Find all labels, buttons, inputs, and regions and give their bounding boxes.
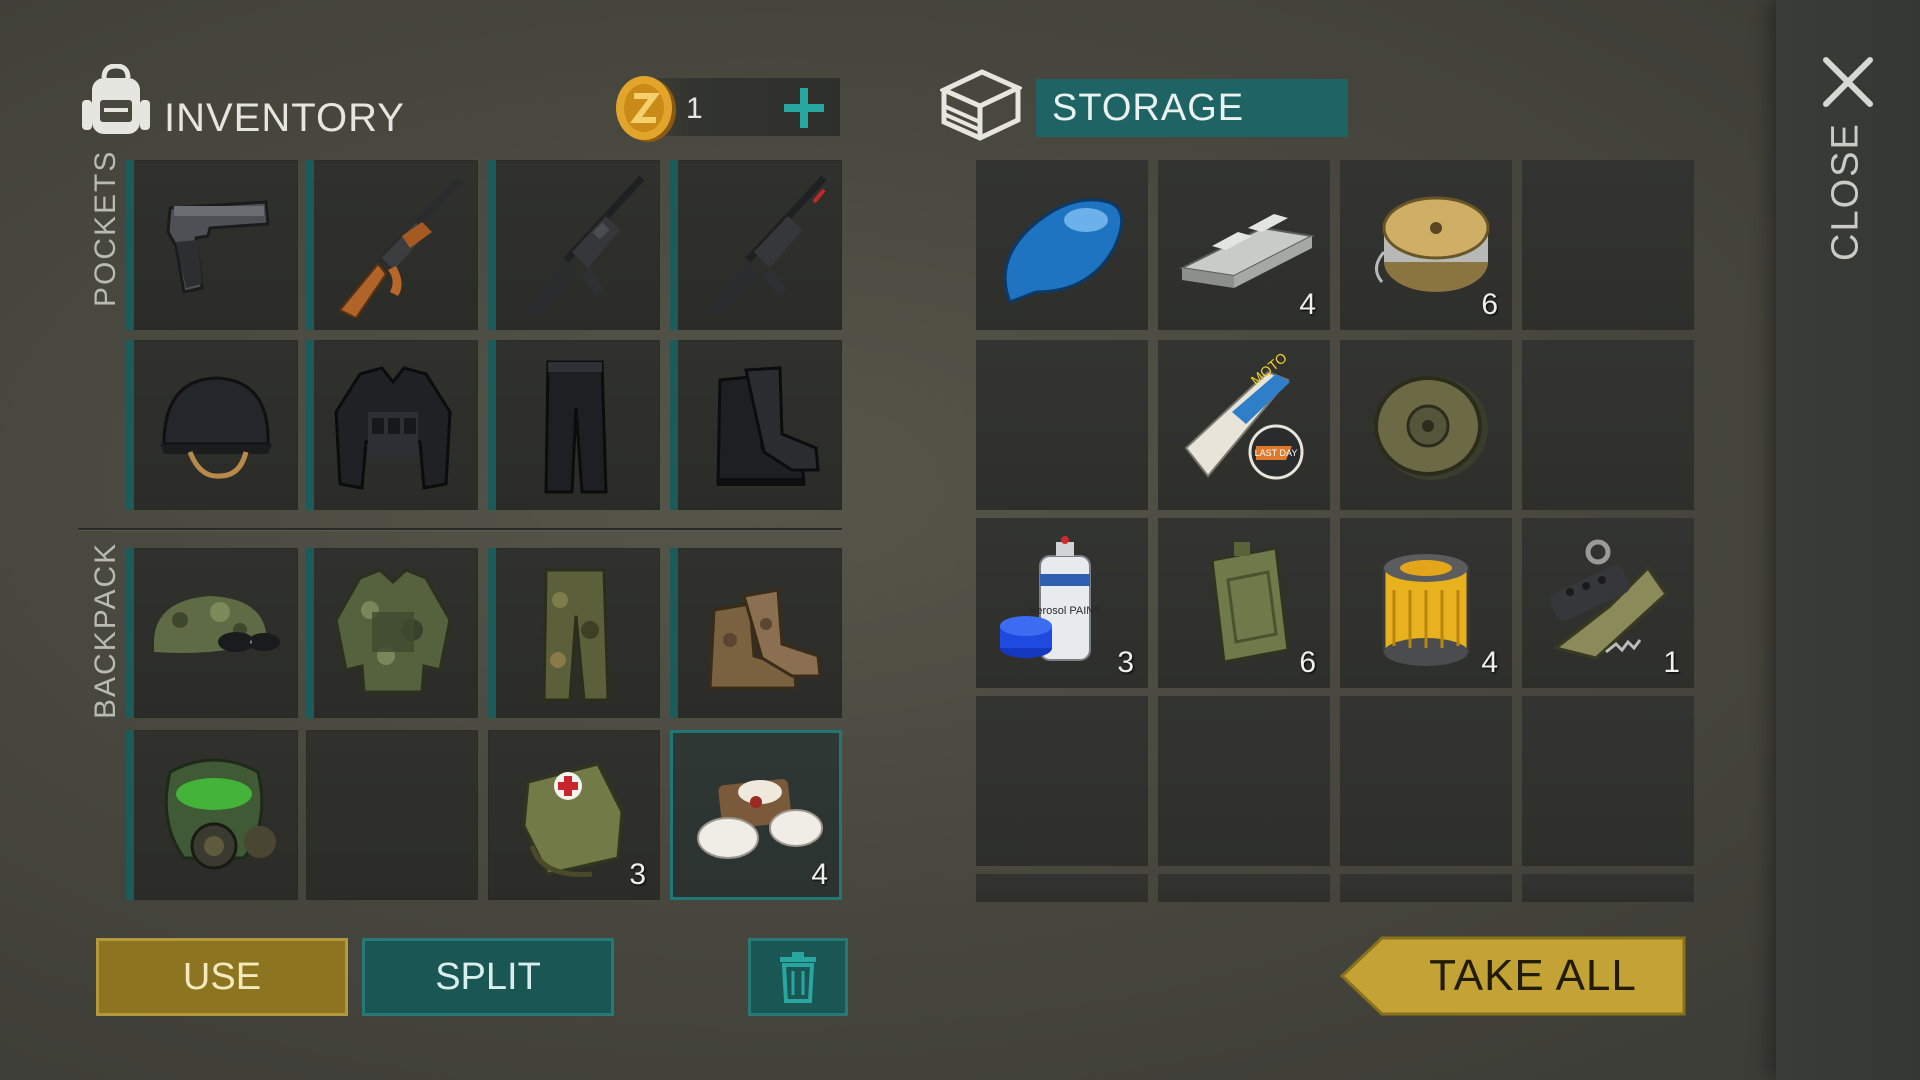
close-icon[interactable] xyxy=(1818,52,1878,112)
item-qty: 6 xyxy=(1481,288,1498,321)
storage-slot-gun-parts[interactable]: 1 xyxy=(1522,518,1694,688)
storage-slot-air-filter[interactable]: 4 xyxy=(1340,518,1512,688)
item-qty: 1 xyxy=(1663,646,1680,679)
storage-slot-empty[interactable] xyxy=(1158,696,1330,866)
storage-slot-empty[interactable] xyxy=(1158,874,1330,902)
storage-slot-empty[interactable] xyxy=(1340,696,1512,866)
bandage-icon xyxy=(697,779,823,859)
storage-slot-empty[interactable] xyxy=(1340,874,1512,902)
pocket-slot-boots[interactable] xyxy=(670,340,842,510)
pocket-slot-m4[interactable] xyxy=(488,160,660,330)
moto-magazine-icon: MOTO LAST DAY xyxy=(1184,352,1304,480)
camo-pants-icon xyxy=(542,568,610,702)
tactical-vest-icon xyxy=(334,366,452,490)
storage-slot-empty[interactable] xyxy=(1522,160,1694,330)
use-button[interactable]: USE xyxy=(96,938,348,1016)
aerosol-label: Aerosol PAINT xyxy=(1029,605,1101,617)
pistol-icon xyxy=(166,200,270,294)
helmet-icon xyxy=(160,376,272,479)
wire-spool-icon xyxy=(1375,196,1490,292)
pocket-slot-m4-laser[interactable] xyxy=(670,160,842,330)
item-qty: 4 xyxy=(1299,288,1316,321)
camo-boots-icon xyxy=(708,588,822,690)
item-qty: 4 xyxy=(1481,646,1498,679)
pocket-slot-vest[interactable] xyxy=(306,340,478,510)
wheel-rim-icon xyxy=(1374,376,1488,480)
inventory-title: INVENTORY xyxy=(164,96,405,140)
storage-slot-jerry-can[interactable]: 6 xyxy=(1158,518,1330,688)
take-all-label: TAKE ALL xyxy=(1429,951,1637,1000)
blue-fuel-tank-icon xyxy=(1003,198,1124,304)
pocket-slot-pistol[interactable] xyxy=(126,160,298,330)
item-qty: 3 xyxy=(629,858,646,891)
m4-rifle-laser-icon xyxy=(704,175,827,318)
close-button[interactable]: CLOSE xyxy=(1806,123,1886,262)
storage-slot-empty[interactable] xyxy=(1522,340,1694,510)
gun-parts-icon xyxy=(1550,539,1668,660)
add-coins-icon[interactable] xyxy=(782,86,826,130)
camo-jacket-icon xyxy=(334,568,452,694)
storage-slot-wire-spool[interactable]: 6 xyxy=(1340,160,1512,330)
backpack-slot-jacket[interactable] xyxy=(306,548,478,718)
storage-slot-empty[interactable] xyxy=(976,874,1148,902)
gas-mask-icon xyxy=(164,758,276,870)
backpack-slot-empty[interactable] xyxy=(306,730,478,900)
trash-icon xyxy=(780,952,816,1003)
m4-rifle-icon xyxy=(522,175,645,318)
coin-icon xyxy=(616,76,676,142)
pocket-slot-helmet[interactable] xyxy=(126,340,298,510)
pocket-slot-pants[interactable] xyxy=(488,340,660,510)
backpack-slot-first-aid[interactable]: 3 xyxy=(488,730,660,900)
pocket-slot-ak[interactable] xyxy=(306,160,478,330)
pockets-label: POCKETS xyxy=(89,149,122,307)
storage-slot-aerosol[interactable]: Aerosol PAINT 3 xyxy=(976,518,1148,688)
take-all-button[interactable]: TAKE ALL xyxy=(1340,936,1686,1016)
storage-slot-metal-bars[interactable]: 4 xyxy=(1158,160,1330,330)
backpack-slot-camo-boots[interactable] xyxy=(670,548,842,718)
section-divider xyxy=(78,528,842,530)
storage-slot-empty[interactable] xyxy=(976,696,1148,866)
black-pants-icon xyxy=(544,360,608,494)
camo-cap-icon xyxy=(154,596,280,653)
aerosol-paint-icon: Aerosol PAINT xyxy=(1000,536,1101,661)
item-qty: 6 xyxy=(1299,646,1316,679)
delete-button[interactable] xyxy=(748,938,848,1016)
storage-slot-magazine[interactable]: MOTO LAST DAY xyxy=(1158,340,1330,510)
storage-slot-fuel-tank[interactable] xyxy=(976,160,1148,330)
metal-bars-icon xyxy=(1178,214,1316,288)
item-qty: 3 xyxy=(1117,646,1134,679)
black-boots-icon xyxy=(716,366,820,486)
backpack-icon xyxy=(82,64,150,134)
backpack-slot-gas-mask[interactable] xyxy=(126,730,298,900)
ak-rifle-icon xyxy=(338,177,463,318)
first-aid-bag-icon xyxy=(522,762,624,877)
backpack-slot-camo-pants[interactable] xyxy=(488,548,660,718)
air-filter-icon xyxy=(1382,554,1470,666)
storage-slot-empty[interactable] xyxy=(1522,874,1694,902)
storage-title: STORAGE xyxy=(1036,79,1348,137)
backpack-slot-bandage[interactable]: 4 xyxy=(670,730,842,900)
item-qty: 4 xyxy=(811,858,828,891)
storage-slot-empty[interactable] xyxy=(1522,696,1694,866)
split-button[interactable]: SPLIT xyxy=(362,938,614,1016)
backpack-label: BACKPACK xyxy=(89,541,122,719)
backpack-slot-cap[interactable] xyxy=(126,548,298,718)
storage-slot-empty[interactable] xyxy=(976,340,1148,510)
storage-slot-wheel-rim[interactable] xyxy=(1340,340,1512,510)
jerry-can-icon xyxy=(1210,542,1290,664)
last-day-badge: LAST DAY xyxy=(1255,448,1298,458)
storage-box-icon xyxy=(940,69,1022,141)
coin-count: 1 xyxy=(686,92,703,125)
